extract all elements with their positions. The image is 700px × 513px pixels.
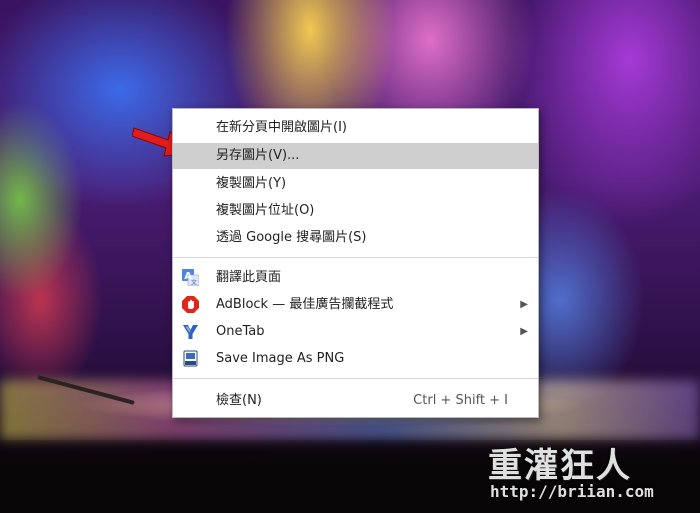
menu-item-label: OneTab [216, 324, 265, 339]
screenshot-frame: 在新分頁中開啟圖片(I) 另存圖片(V)... 複製圖片(Y) 複製圖片位址(O… [0, 0, 700, 513]
watermark: 重灌狂人 http://briian.com [488, 438, 688, 508]
menu-item-label: 在新分頁中開啟圖片(I) [216, 120, 347, 135]
menu-item-label: 翻譯此頁面 [216, 270, 282, 285]
menu-separator [173, 378, 538, 379]
menu-item-label: 透過 Google 搜尋圖片(S) [216, 230, 367, 245]
menu-item-translate-page[interactable]: A 文 翻譯此頁面 [173, 265, 538, 291]
menu-separator [173, 257, 538, 258]
menu-item-adblock[interactable]: AdBlock — 最佳廣告攔截程式 ▶ [173, 292, 538, 318]
menu-item-label: 檢查(N) [216, 393, 262, 408]
context-menu: 在新分頁中開啟圖片(I) 另存圖片(V)... 複製圖片(Y) 複製圖片位址(O… [172, 108, 539, 418]
menu-item-label: 複製圖片(Y) [216, 176, 287, 191]
menu-item-save-image[interactable]: 另存圖片(V)... [173, 143, 538, 169]
menu-item-label: 另存圖片(V)... [216, 148, 300, 163]
adblock-icon [182, 296, 199, 313]
watermark-title: 重灌狂人 [488, 446, 632, 486]
menu-item-copy-image[interactable]: 複製圖片(Y) [173, 171, 538, 197]
menu-item-copy-image-address[interactable]: 複製圖片位址(O) [173, 198, 538, 224]
submenu-arrow-icon: ▶ [520, 326, 528, 337]
menu-item-inspect[interactable]: 檢查(N) Ctrl + Shift + I [173, 388, 538, 414]
menu-item-onetab[interactable]: OneTab ▶ [173, 319, 538, 345]
save-png-icon [183, 350, 198, 367]
menu-item-label: 複製圖片位址(O) [216, 203, 315, 218]
submenu-arrow-icon: ▶ [520, 299, 528, 310]
svg-text:文: 文 [191, 279, 197, 287]
menu-item-open-image-new-tab[interactable]: 在新分頁中開啟圖片(I) [173, 115, 538, 141]
menu-item-search-image-google[interactable]: 透過 Google 搜尋圖片(S) [173, 225, 538, 251]
onetab-icon [183, 325, 198, 339]
menu-item-save-image-png[interactable]: Save Image As PNG [173, 346, 538, 372]
menu-item-label: Save Image As PNG [216, 351, 345, 366]
menu-item-label: AdBlock — 最佳廣告攔截程式 [216, 297, 394, 312]
menu-item-shortcut: Ctrl + Shift + I [413, 393, 508, 408]
google-translate-icon: A 文 [182, 269, 199, 286]
watermark-url: http://briian.com [490, 482, 654, 501]
